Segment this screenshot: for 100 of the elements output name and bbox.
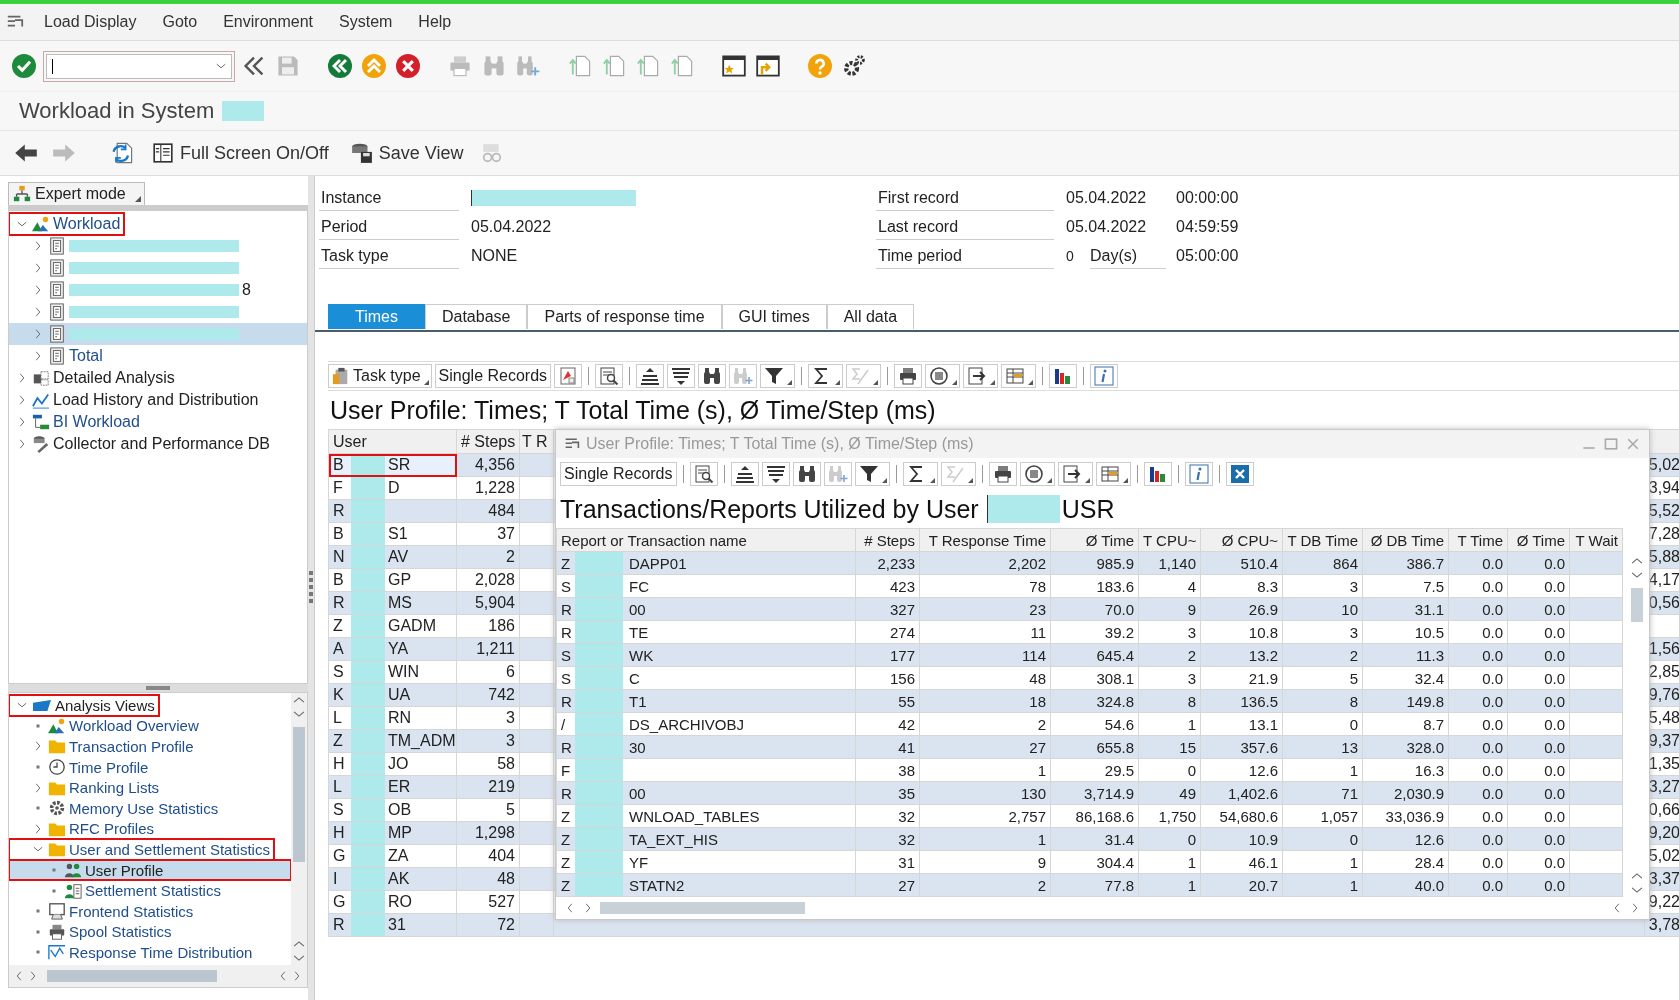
- single-records-button[interactable]: Single Records: [560, 462, 677, 486]
- tree-item[interactable]: Response Time Distribution: [9, 942, 257, 963]
- column-header[interactable]: Ø CPU~: [1200, 528, 1283, 552]
- table-cell[interactable]: H MP: [328, 821, 457, 845]
- table-cell[interactable]: L ER: [328, 775, 457, 799]
- tree-item[interactable]: Time Profile: [9, 756, 153, 778]
- column-header[interactable]: User: [328, 429, 457, 454]
- table-cell[interactable]: S OB: [328, 798, 457, 822]
- tree-item[interactable]: Load History and Distribution: [9, 389, 263, 411]
- table-cell[interactable]: I AK: [328, 867, 457, 891]
- column-header[interactable]: T Response Time: [919, 528, 1051, 552]
- check-icon[interactable]: [12, 54, 36, 78]
- save-view-button[interactable]: Save View: [346, 140, 468, 166]
- sum-button[interactable]: [902, 462, 938, 486]
- filter-button[interactable]: [854, 462, 890, 486]
- cancel-icon[interactable]: [396, 54, 420, 78]
- page-arrow-icon[interactable]: [670, 54, 694, 78]
- table-cell[interactable]: N AV: [328, 545, 457, 569]
- table-cell[interactable]: B GP: [328, 568, 457, 592]
- layout-button[interactable]: [1001, 364, 1037, 388]
- tree-item[interactable]: User Profile: [9, 859, 291, 881]
- table-cell[interactable]: Z GADM: [328, 614, 457, 638]
- details-button[interactable]: [595, 364, 624, 388]
- menu-item[interactable]: Environment: [213, 9, 323, 35]
- chart-button[interactable]: [554, 364, 583, 388]
- tab[interactable]: Database: [424, 304, 528, 329]
- menu-item[interactable]: Help: [408, 9, 462, 35]
- table-cell[interactable]: G RO: [328, 890, 457, 914]
- table-cell[interactable]: B S1: [328, 522, 457, 546]
- table-cell[interactable]: Z TM_ADM: [328, 729, 457, 753]
- tree-item[interactable]: Analysis Views: [9, 695, 159, 716]
- tree-item[interactable]: BI Workload: [9, 411, 144, 433]
- printer-button[interactable]: [988, 462, 1017, 486]
- tree-item[interactable]: Memory Use Statistics: [9, 797, 223, 819]
- printer-button[interactable]: [894, 364, 923, 388]
- settings-icon[interactable]: [842, 54, 866, 78]
- maximize-icon[interactable]: [1603, 436, 1619, 452]
- double-chevron-left-icon[interactable]: [242, 54, 266, 78]
- table-cell[interactable]: R MS: [328, 591, 457, 615]
- column-header[interactable]: Ø Time: [1050, 528, 1139, 552]
- table-cell[interactable]: F D: [328, 476, 457, 500]
- tree-item[interactable]: Settlement Statistics: [9, 880, 225, 901]
- scrollbar-thumb[interactable]: [600, 902, 805, 914]
- search-button[interactable]: [792, 462, 821, 486]
- sum-button[interactable]: [808, 364, 844, 388]
- filter-button[interactable]: [760, 364, 796, 388]
- bar-chart-button[interactable]: [1049, 364, 1078, 388]
- table-cell[interactable]: B SR: [328, 453, 457, 477]
- table-cell[interactable]: A YA: [328, 637, 457, 661]
- sort-ascending-button[interactable]: [730, 462, 759, 486]
- back-icon[interactable]: [328, 54, 352, 78]
- help-icon[interactable]: [808, 54, 832, 78]
- table-cell[interactable]: R: [328, 499, 457, 523]
- tree-item[interactable]: Workload: [9, 213, 125, 235]
- export-button[interactable]: [963, 364, 999, 388]
- info-button[interactable]: [1184, 462, 1213, 486]
- splitter-handle-icon[interactable]: [309, 571, 313, 605]
- sort-descending-button[interactable]: [667, 364, 696, 388]
- tree-item[interactable]: User and Settlement Statistics: [9, 839, 274, 860]
- tree-item[interactable]: Ranking Lists: [9, 777, 164, 798]
- binoculars-plus-icon[interactable]: [516, 54, 540, 78]
- details-button[interactable]: [689, 462, 718, 486]
- menu-item[interactable]: Goto: [152, 9, 208, 35]
- tree-item[interactable]: Workload Overview: [9, 715, 203, 737]
- export-button[interactable]: [1057, 462, 1093, 486]
- table-cell[interactable]: K UA: [328, 683, 457, 707]
- column-header[interactable]: T CPU~: [1138, 528, 1201, 552]
- sort-descending-button[interactable]: [761, 462, 790, 486]
- tab[interactable]: Times: [328, 304, 425, 329]
- tree-item[interactable]: Collector and Performance DB: [9, 433, 274, 455]
- table-cell[interactable]: L RN: [328, 706, 457, 730]
- info-button[interactable]: [1090, 364, 1119, 388]
- page-arrow-icon[interactable]: [568, 54, 592, 78]
- bar-chart-button[interactable]: [1143, 462, 1172, 486]
- fullscreen-button[interactable]: Full Screen On/Off: [148, 140, 333, 166]
- tree-item[interactable]: RFC Profiles: [9, 818, 158, 840]
- tab[interactable]: All data: [826, 304, 915, 329]
- tree-item[interactable]: Transaction Profile: [9, 736, 198, 757]
- expert-mode-button[interactable]: Expert mode: [8, 182, 145, 205]
- column-header[interactable]: T DB Time: [1282, 528, 1363, 552]
- column-header[interactable]: # Steps: [456, 429, 520, 454]
- search-button[interactable]: [698, 364, 727, 388]
- tree-item[interactable]: Detailed Analysis: [9, 367, 179, 389]
- command-field[interactable]: [46, 53, 232, 79]
- table-cell[interactable]: G ZA: [328, 844, 457, 868]
- scrollbar-thumb[interactable]: [1631, 588, 1643, 622]
- page-arrow-icon[interactable]: [602, 54, 626, 78]
- tree-item[interactable]: Total: [9, 345, 107, 367]
- column-header[interactable]: T Time: [1448, 528, 1508, 552]
- column-header[interactable]: Report or Transaction name: [556, 528, 856, 552]
- tab[interactable]: Parts of response time: [527, 304, 722, 329]
- tree-item[interactable]: Frontend Statistics: [9, 900, 198, 922]
- single-records-button[interactable]: Single Records: [434, 364, 552, 388]
- tree-item[interactable]: Spool Statistics: [9, 921, 176, 943]
- scrollbar-thumb[interactable]: [293, 727, 305, 862]
- column-header[interactable]: # Steps: [855, 528, 920, 552]
- splitter-handle-icon[interactable]: [146, 686, 170, 690]
- sort-ascending-button[interactable]: [636, 364, 665, 388]
- scrollbar-thumb[interactable]: [47, 970, 217, 982]
- menu-item[interactable]: System: [329, 9, 403, 35]
